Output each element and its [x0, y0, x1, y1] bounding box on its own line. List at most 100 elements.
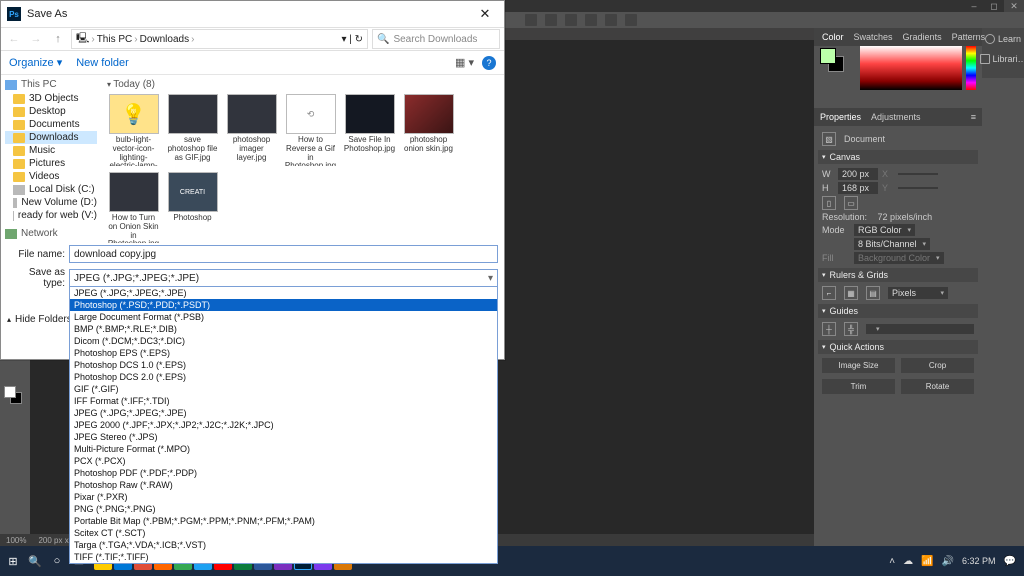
system-tray[interactable]: ˄ ☁ 📶 🔊 6:32 PM 💬 [889, 556, 1020, 567]
filetype-option[interactable]: PNG (*.PNG;*.PNG) [70, 503, 497, 515]
bit-depth-dropdown[interactable]: 8 Bits/Channel [854, 238, 930, 250]
hue-slider[interactable] [966, 46, 976, 90]
filetype-list[interactable]: JPEG (*.JPG;*.JPEG;*.JPE)Photoshop (*.PS… [69, 287, 498, 564]
menu-icon[interactable] [605, 14, 617, 26]
tree-item[interactable]: Music [5, 144, 97, 157]
filetype-option[interactable]: Photoshop DCS 2.0 (*.EPS) [70, 371, 497, 383]
tree-item[interactable]: Videos [5, 170, 97, 183]
tree-item[interactable]: ready for web (V:) [5, 209, 97, 222]
hide-folders-button[interactable]: Hide Folders [7, 314, 72, 325]
minimize-button[interactable]: – [964, 0, 984, 12]
learn-panel-button[interactable]: Learn [985, 34, 1021, 44]
organize-button[interactable]: Organize ▾ [9, 56, 62, 69]
menu-icon[interactable] [525, 14, 537, 26]
qa-rotate[interactable]: Rotate [901, 379, 974, 394]
libraries-panel-button[interactable]: Librari… [980, 54, 1024, 64]
file-item[interactable]: ⟲How to Reverse a Gif in Photoshop.jpg [284, 94, 337, 166]
ruler-icon[interactable]: ⌐ [822, 286, 836, 300]
filetype-option[interactable]: GIF (*.GIF) [70, 383, 497, 395]
file-item[interactable]: save photoshop file as GIF.jpg [166, 94, 219, 166]
start-button[interactable]: ⊞ [4, 552, 22, 570]
tab-swatches[interactable]: Swatches [854, 32, 893, 42]
tree-item[interactable]: Desktop [5, 105, 97, 118]
cortana-button[interactable]: ○ [48, 552, 66, 570]
filetype-option[interactable]: Photoshop (*.PSD;*.PDD;*.PSDT) [70, 299, 497, 311]
fg-color-swatch[interactable] [820, 48, 836, 64]
tab-gradients[interactable]: Gradients [903, 32, 942, 42]
filetype-option[interactable]: IFF Format (*.IFF;*.TDI) [70, 395, 497, 407]
file-item[interactable]: CREATIPhotoshop [166, 172, 219, 243]
filetype-option[interactable]: JPEG (*.JPG;*.JPEG;*.JPE) [70, 287, 497, 299]
tree-item[interactable]: Pictures [5, 157, 97, 170]
color-field[interactable] [860, 46, 962, 90]
panel-menu-icon[interactable]: ≡ [971, 112, 976, 122]
filetype-option[interactable]: Multi-Picture Format (*.MPO) [70, 443, 497, 455]
view-button[interactable]: ▦ ▾ [455, 56, 474, 69]
tab-properties[interactable]: Properties [820, 112, 861, 122]
menu-icon[interactable] [625, 14, 637, 26]
ruler-unit-dropdown[interactable]: Pixels [888, 287, 948, 299]
tray-chevron-icon[interactable]: ˄ [889, 556, 895, 567]
filetype-option[interactable]: BMP (*.BMP;*.RLE;*.DIB) [70, 323, 497, 335]
tree-item[interactable]: Local Disk (C:) [5, 183, 97, 196]
guides-preset-dropdown[interactable] [866, 324, 974, 334]
tray-notifications-icon[interactable]: 💬 [1004, 556, 1016, 567]
guides-icon[interactable]: ╬ [844, 322, 858, 336]
filetype-dropdown[interactable]: JPEG (*.JPG;*.JPEG;*.JPE) [69, 269, 498, 287]
help-button[interactable]: ? [482, 56, 496, 70]
filetype-option[interactable]: Dicom (*.DCM;*.DC3;*.DIC) [70, 335, 497, 347]
dialog-close-button[interactable]: ✕ [472, 6, 498, 22]
grid2-icon[interactable]: ▤ [866, 286, 880, 300]
grid-icon[interactable]: ▦ [844, 286, 858, 300]
tray-volume-icon[interactable]: 🔊 [942, 556, 954, 567]
qa-crop[interactable]: Crop [901, 358, 974, 373]
filetype-option[interactable]: JPEG Stereo (*.JPS) [70, 431, 497, 443]
close-button[interactable]: ✕ [1004, 0, 1024, 12]
filetype-option[interactable]: Photoshop DCS 1.0 (*.EPS) [70, 359, 497, 371]
tree-item[interactable]: 3D Objects [5, 92, 97, 105]
zoom-level[interactable]: 100% [6, 536, 26, 545]
orientation-buttons[interactable]: ▯ ▭ [822, 196, 974, 210]
section-rulers[interactable]: Rulers & Grids [818, 268, 978, 282]
tray-wifi-icon[interactable]: 📶 [921, 556, 933, 567]
nav-up-button[interactable]: ↑ [49, 30, 67, 48]
section-canvas[interactable]: Canvas [818, 150, 978, 164]
menu-icon[interactable] [585, 14, 597, 26]
nav-forward-button[interactable]: → [27, 30, 45, 48]
height-field[interactable]: 168 px [838, 182, 878, 194]
qa-image-size[interactable]: Image Size [822, 358, 895, 373]
filetype-option[interactable]: Large Document Format (*.PSB) [70, 311, 497, 323]
file-item[interactable]: photoshop onion skin.jpg [402, 94, 455, 166]
tree-item[interactable]: Documents [5, 118, 97, 131]
breadcrumb[interactable]: 🖳› This PC› Downloads› ▾ | ↻ [71, 29, 368, 49]
section-quick-actions[interactable]: Quick Actions [818, 340, 978, 354]
filetype-option[interactable]: Photoshop Raw (*.RAW) [70, 479, 497, 491]
search-button[interactable]: 🔍 [26, 552, 44, 570]
maximize-button[interactable]: ◻ [984, 0, 1004, 12]
filetype-option[interactable]: Scitex CT (*.SCT) [70, 527, 497, 539]
fg-swatch[interactable] [4, 386, 16, 398]
nav-back-button[interactable]: ← [5, 30, 23, 48]
tree-network[interactable]: Network [5, 228, 97, 239]
guides-icon[interactable]: ┼ [822, 322, 836, 336]
filetype-option[interactable]: Pixar (*.PXR) [70, 491, 497, 503]
menu-icon[interactable] [545, 14, 557, 26]
dialog-titlebar[interactable]: Ps Save As ✕ [1, 1, 504, 27]
width-field[interactable]: 200 px [838, 168, 878, 180]
portrait-icon[interactable]: ▯ [822, 196, 836, 210]
filetype-option[interactable]: Portable Bit Map (*.PBM;*.PGM;*.PPM;*.PN… [70, 515, 497, 527]
tree-item-downloads[interactable]: Downloads [5, 131, 97, 144]
color-fg-bg[interactable] [820, 46, 850, 98]
new-folder-button[interactable]: New folder [76, 57, 129, 69]
filetype-option[interactable]: Photoshop EPS (*.EPS) [70, 347, 497, 359]
group-today[interactable]: Today (8) [107, 79, 498, 90]
file-list[interactable]: Today (8) 💡bulb-light-vector-icon-lighti… [101, 75, 504, 243]
tree-this-pc[interactable]: This PC [5, 79, 97, 90]
nav-tree[interactable]: This PC 3D Objects Desktop Documents Dow… [1, 75, 101, 243]
tab-color[interactable]: Color [822, 32, 844, 42]
filetype-option[interactable]: JPEG (*.JPG;*.JPEG;*.JPE) [70, 407, 497, 419]
menu-icon[interactable] [565, 14, 577, 26]
qa-trim[interactable]: Trim [822, 379, 895, 394]
filetype-option[interactable]: Photoshop PDF (*.PDF;*.PDP) [70, 467, 497, 479]
landscape-icon[interactable]: ▭ [844, 196, 858, 210]
